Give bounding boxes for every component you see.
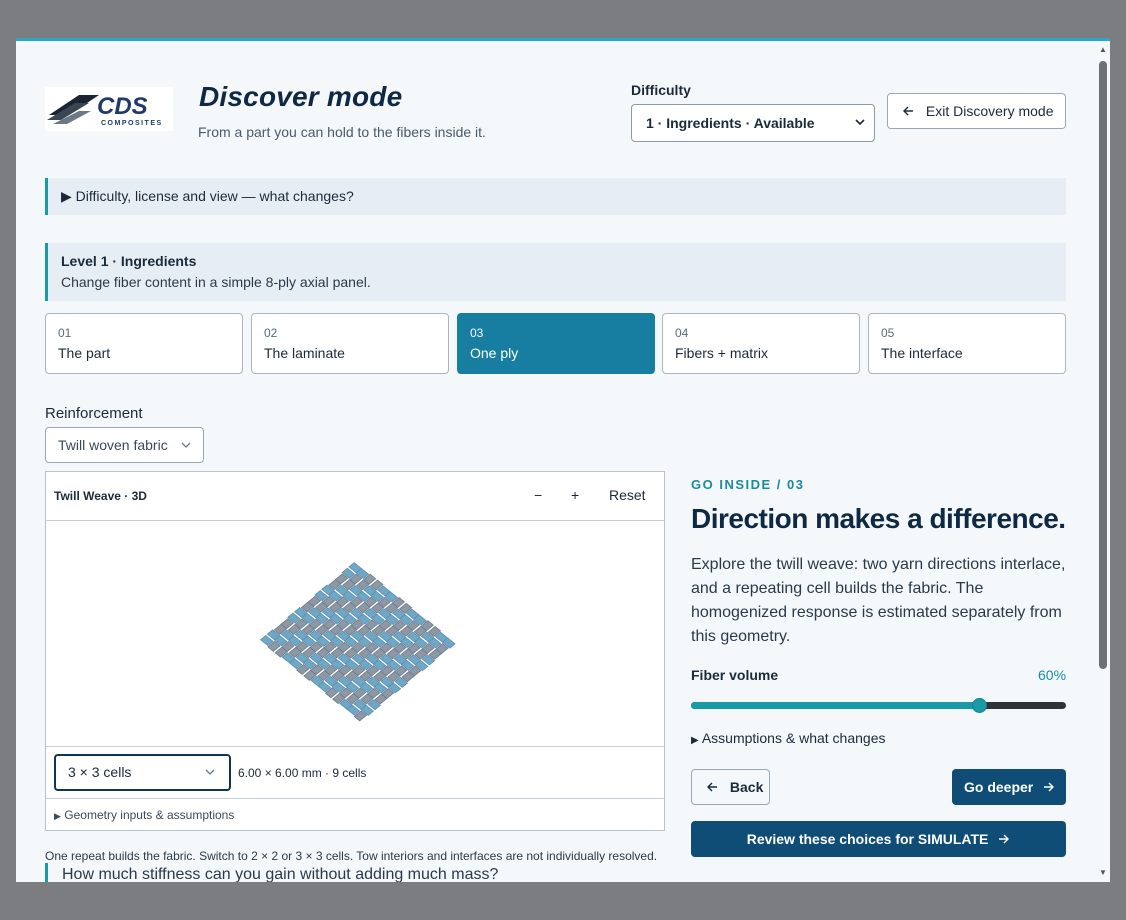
fiber-volume-value: 60% [1038,667,1067,683]
step-number: 03 [470,326,484,340]
caret-right-icon: ▶ [691,735,699,746]
vertical-scrollbar[interactable]: ▲ ▼ [1096,41,1110,882]
logo-subtext: COMPOSITES [101,120,163,127]
chevron-down-icon [854,105,866,155]
caret-right-icon: ▶ [61,188,72,204]
chevron-down-icon [181,428,191,476]
difficulty-details-label: Difficulty, license and view — what chan… [75,188,354,204]
step-tab-fibers-matrix[interactable]: 04 Fibers + matrix [662,313,860,374]
geometry-details-toggle[interactable]: ▶ Geometry inputs & assumptions [46,798,664,830]
step-tabs: 01 The part 02 The laminate 03 One ply 0… [45,313,1066,374]
viewer-title: Twill Weave · 3D [54,489,147,503]
fiber-volume-label: Fiber volume [691,667,779,683]
scroll-up-icon[interactable]: ▲ [1098,45,1108,55]
section-kicker: GO INSIDE / 03 [691,477,805,492]
cells-select[interactable]: 3 × 3 cells [54,754,231,791]
reinforcement-selected-value: Twill woven fabric [58,437,168,453]
app-window: CDS COMPOSITES Discover mode From a part… [16,38,1110,882]
step-tab-the-laminate[interactable]: 02 The laminate [251,313,449,374]
step-name: The laminate [264,345,345,361]
guiding-question: How much stiffness can you gain without … [45,863,665,882]
step-name: Fibers + matrix [675,345,768,361]
chevron-down-icon [205,756,215,803]
step-number: 01 [58,326,72,340]
level-description: Change fiber content in a simple 8-ply a… [61,274,371,290]
step-number: 04 [675,326,689,340]
exit-discovery-label: Exit Discovery mode [925,103,1054,119]
weave-3d-canvas[interactable] [46,522,664,746]
scrollbar-thumb[interactable] [1099,61,1107,669]
step-name: One ply [470,345,519,361]
slider-thumb[interactable] [972,698,987,713]
caret-right-icon: ▶ [54,811,61,821]
back-label: Back [729,779,764,795]
reinforcement-label: Reinforcement [45,405,143,422]
difficulty-selected-value: 1 · Ingredients · Available [646,115,815,131]
difficulty-details-toggle[interactable]: ▶ Difficulty, license and view — what ch… [45,178,1066,215]
difficulty-select[interactable]: 1 · Ingredients · Available [631,104,875,142]
weave-note: One repeat builds the fabric. Switch to … [45,849,658,863]
reinforcement-select[interactable]: Twill woven fabric [45,427,204,463]
go-deeper-label: Go deeper [964,779,1034,795]
arrow-right-icon [1037,779,1055,795]
step-tab-the-interface[interactable]: 05 The interface [868,313,1066,374]
go-deeper-button[interactable]: Go deeper [952,769,1066,805]
step-name: The part [58,345,111,361]
section-body: Explore the twill weave: two yarn direct… [691,556,1066,645]
review-simulate-label: Review these choices for SIMULATE [746,831,989,847]
weave-viewer: Twill Weave · 3D − + Reset 3 × 3 cells 6… [45,471,665,831]
logo-text: CDS [97,93,148,120]
exit-discovery-button[interactable]: Exit Discovery mode [887,93,1066,129]
zoom-in-button[interactable]: + [571,487,579,503]
viewer-toolbar: Twill Weave · 3D − + Reset [46,472,664,521]
page-subtitle: From a part you can hold to the fibers i… [198,124,486,140]
step-number: 05 [881,326,895,340]
twill-weave-render [259,562,456,722]
level-title: Level 1 · Ingredients [61,253,197,269]
fiber-volume-slider[interactable] [691,696,1066,716]
geometry-details-label: Geometry inputs & assumptions [64,808,235,822]
section-headline: Direction makes a difference. [691,503,1066,534]
cells-info: 6.00 × 6.00 mm · 9 cells [238,766,367,780]
step-name: The interface [881,345,963,361]
back-button[interactable]: Back [691,769,770,805]
page-title: Discover mode [199,81,403,112]
step-tab-one-ply[interactable]: 03 One ply [457,313,655,374]
level-info: Level 1 · Ingredients Change fiber conte… [45,243,1066,301]
arrow-left-icon [706,779,730,795]
assumptions-label: Assumptions & what changes [701,730,886,746]
step-tab-the-part[interactable]: 01 The part [45,313,243,374]
reset-view-button[interactable]: Reset [609,487,646,503]
slider-fill [691,702,980,709]
assumptions-toggle[interactable]: ▶ Assumptions & what changes [691,730,885,746]
step-number: 02 [264,326,278,340]
cds-logo: CDS COMPOSITES [45,87,173,131]
review-simulate-button[interactable]: Review these choices for SIMULATE [691,821,1066,857]
difficulty-label: Difficulty [631,82,691,98]
viewer-footer: 3 × 3 cells 6.00 × 6.00 mm · 9 cells [46,746,664,798]
scroll-down-icon[interactable]: ▼ [1098,868,1108,878]
cells-selected-value: 3 × 3 cells [68,764,132,780]
zoom-out-button[interactable]: − [534,487,542,503]
arrow-left-icon [902,103,918,119]
arrow-right-icon [992,831,1010,847]
